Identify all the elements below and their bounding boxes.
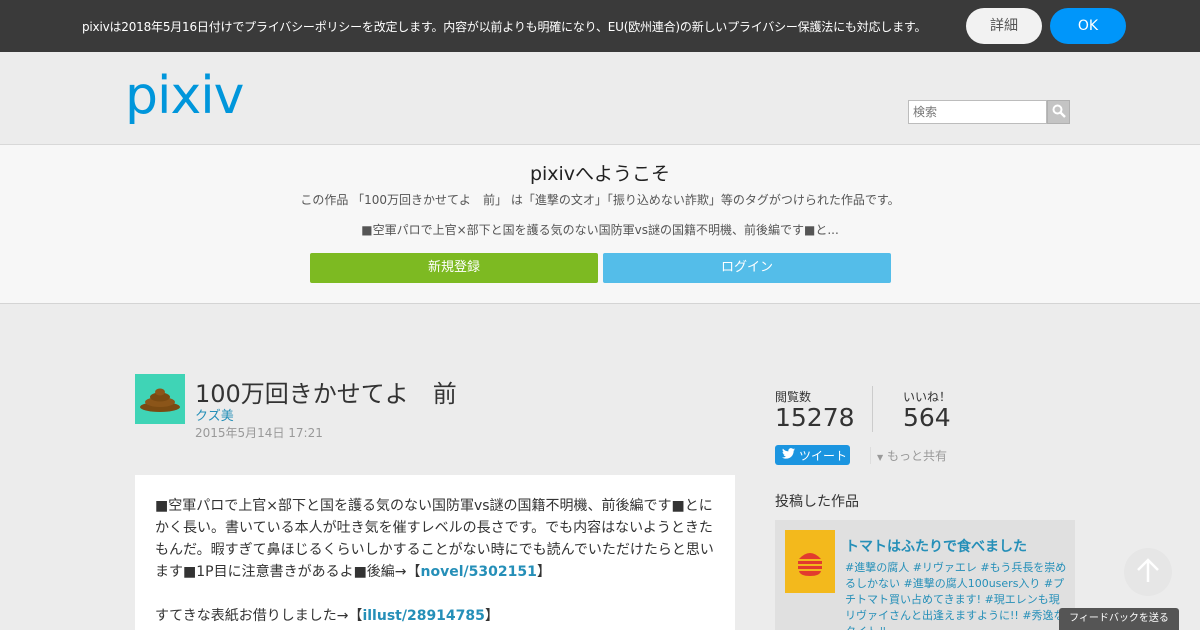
welcome-title: pixivへようこそ bbox=[529, 163, 671, 185]
caption-paragraph: ■空軍パロで上官×部下と国を護る気のない国防軍vs謎の国籍不明機、前後編です■と… bbox=[155, 495, 715, 583]
twitter-icon bbox=[782, 448, 795, 462]
privacy-banner: pixivは2018年5月16日付けでプライバシーポリシーを改定します。内容が以… bbox=[0, 0, 1200, 52]
work-title: 100万回きかせてよ 前 bbox=[195, 380, 457, 408]
related-work-card[interactable]: トマトはふたりで食べました #進撃の腐人 #リヴァエレ #もう兵長を崇めるしかな… bbox=[775, 520, 1075, 630]
login-button[interactable]: ログイン bbox=[603, 253, 891, 283]
author-avatar[interactable] bbox=[135, 374, 185, 424]
likes-count: 564 bbox=[903, 403, 951, 432]
site-header: pixiv bbox=[0, 52, 1200, 145]
novel-link[interactable]: novel/5302151 bbox=[421, 564, 537, 580]
illust-link[interactable]: illust/28914785 bbox=[362, 608, 484, 624]
feedback-button[interactable]: フィードバックを送る bbox=[1059, 608, 1179, 630]
caption-bracket: 】 bbox=[536, 564, 551, 580]
pixiv-logo[interactable]: pixiv bbox=[125, 64, 244, 128]
tweet-label: ツイート bbox=[799, 448, 848, 463]
ok-button[interactable]: OK bbox=[1050, 8, 1126, 44]
poop-icon bbox=[140, 388, 180, 412]
search-box bbox=[908, 100, 1070, 124]
stats-divider bbox=[872, 386, 873, 432]
caption-text: すてきな表紙お借りしました→【 bbox=[155, 608, 363, 624]
posted-works-title: 投稿した作品 bbox=[775, 494, 859, 510]
scroll-to-top-button[interactable] bbox=[1124, 548, 1172, 596]
share-more-button[interactable]: ▼ もっと共有 bbox=[870, 447, 947, 464]
welcome-caption: ■空軍パロで上官×部下と国を護る気のない国防軍vs謎の国籍不明機、前後編です■と… bbox=[361, 223, 839, 237]
caption-paragraph: すてきな表紙お借りしました→【illust/28914785】 bbox=[155, 605, 715, 627]
caret-down-icon: ▼ bbox=[877, 453, 884, 462]
privacy-banner-text: pixivは2018年5月16日付けでプライバシーポリシーを改定します。内容が以… bbox=[82, 20, 927, 34]
related-work-tags[interactable]: #進撃の腐人 #リヴァエレ #もう兵長を崇めるしかない #進撃の腐人100use… bbox=[845, 560, 1067, 630]
caption-bracket: 】 bbox=[484, 608, 499, 624]
welcome-section: pixivへようこそ この作品 「100万回きかせてよ 前」 は「進撃の文オ」「… bbox=[0, 145, 1200, 304]
related-work-title[interactable]: トマトはふたりで食べました bbox=[845, 536, 1027, 556]
search-button[interactable] bbox=[1047, 100, 1070, 124]
author-link[interactable]: クズ美 bbox=[195, 405, 234, 424]
search-icon bbox=[1052, 103, 1066, 122]
search-input[interactable] bbox=[908, 100, 1047, 124]
share-more-label: もっと共有 bbox=[886, 449, 947, 463]
views-count: 15278 bbox=[775, 403, 855, 432]
detail-button[interactable]: 詳細 bbox=[966, 8, 1042, 44]
related-work-thumbnail[interactable] bbox=[785, 530, 835, 593]
arrow-up-icon bbox=[1136, 557, 1160, 587]
signup-button[interactable]: 新規登録 bbox=[310, 253, 598, 283]
welcome-description: この作品 「100万回きかせてよ 前」 は「進撃の文オ」「振り込めない詐欺」等の… bbox=[300, 193, 900, 207]
tweet-button[interactable]: ツイート bbox=[775, 445, 850, 465]
post-date: 2015年5月14日 17:21 bbox=[195, 426, 323, 440]
work-caption: ■空軍パロで上官×部下と国を護る気のない国防軍vs謎の国籍不明機、前後編です■と… bbox=[135, 475, 735, 630]
burger-icon bbox=[798, 552, 822, 576]
